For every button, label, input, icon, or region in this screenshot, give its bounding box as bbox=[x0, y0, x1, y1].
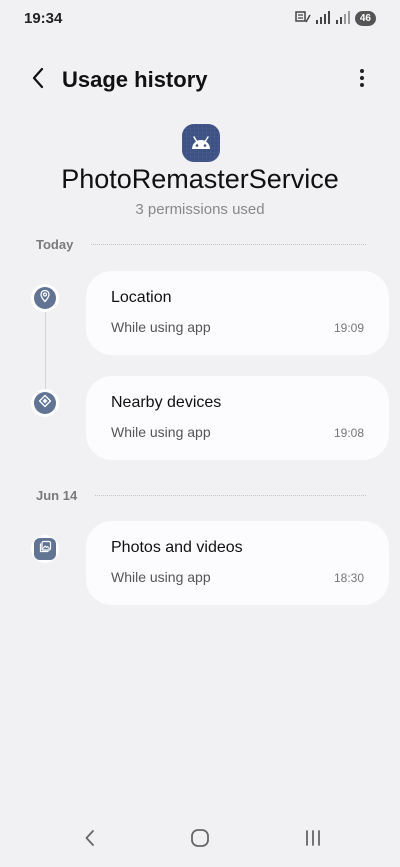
usage-card-photos-videos[interactable]: Photos and videos While using app 18:30 bbox=[86, 521, 389, 605]
status-bar: 19:34 46 bbox=[0, 0, 400, 36]
permission-name: Location bbox=[111, 289, 172, 306]
date-header-today: Today bbox=[36, 237, 366, 252]
permission-usage-type: While using app bbox=[111, 424, 211, 440]
chevron-left-icon bbox=[31, 66, 45, 95]
usage-card-nearby-devices[interactable]: Nearby devices While using app 19:08 bbox=[86, 376, 389, 460]
more-vertical-icon bbox=[359, 68, 365, 93]
permission-usage-time: 19:08 bbox=[333, 426, 364, 440]
wifi-calling-icon bbox=[295, 11, 311, 25]
nav-recents-icon bbox=[304, 829, 322, 852]
date-divider bbox=[91, 244, 366, 245]
date-label: Today bbox=[36, 237, 74, 252]
status-time: 19:34 bbox=[24, 9, 63, 27]
permission-usage-type: While using app bbox=[111, 569, 211, 585]
permission-usage-time: 18:30 bbox=[333, 571, 364, 585]
date-header-jun-14: Jun 14 bbox=[36, 488, 366, 503]
signal-icon bbox=[315, 11, 331, 25]
usage-card-location[interactable]: Location While using app 19:09 bbox=[86, 271, 389, 355]
permission-usage-time: 19:09 bbox=[333, 321, 364, 335]
back-button[interactable] bbox=[22, 58, 54, 102]
nav-back-icon bbox=[84, 829, 96, 852]
battery-icon: 46 bbox=[354, 10, 376, 26]
timeline-node-location bbox=[31, 284, 59, 312]
nav-home-icon bbox=[190, 828, 210, 853]
permission-name: Nearby devices bbox=[111, 394, 222, 411]
photos-icon bbox=[38, 540, 52, 559]
signal-icon bbox=[335, 11, 351, 25]
date-label: Jun 14 bbox=[36, 488, 78, 503]
status-icons: 46 bbox=[295, 10, 376, 26]
location-pin-icon bbox=[38, 289, 52, 308]
app-bar: Usage history bbox=[0, 58, 400, 102]
android-icon bbox=[182, 124, 220, 162]
nav-home-button[interactable] bbox=[180, 825, 220, 855]
page-title: Usage history bbox=[62, 67, 208, 92]
nav-recents-button[interactable] bbox=[293, 825, 333, 855]
nearby-devices-icon bbox=[38, 394, 52, 413]
permission-name: Photos and videos bbox=[111, 539, 243, 556]
timeline-node-nearby bbox=[31, 389, 59, 417]
more-options-button[interactable] bbox=[348, 58, 376, 102]
system-nav-bar bbox=[0, 811, 400, 867]
timeline-node-photos bbox=[31, 535, 59, 563]
timeline-connector bbox=[45, 298, 46, 402]
permission-usage-type: While using app bbox=[111, 319, 211, 335]
nav-back-button[interactable] bbox=[70, 825, 110, 855]
permissions-used-count: 3 permissions used bbox=[135, 201, 265, 218]
date-divider bbox=[95, 495, 366, 496]
app-name: PhotoRemasterService bbox=[61, 164, 339, 194]
